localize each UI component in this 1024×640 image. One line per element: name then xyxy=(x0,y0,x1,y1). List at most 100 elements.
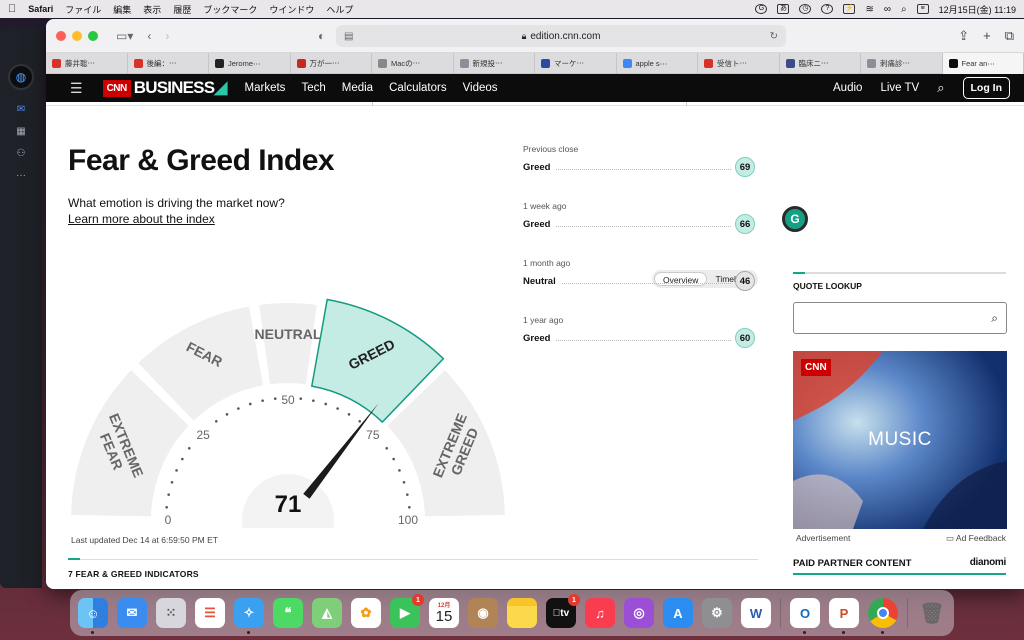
browser-tab[interactable]: Fear an⋯ xyxy=(942,53,1024,74)
notes-icon[interactable]: ▭ xyxy=(507,598,537,628)
app-menu[interactable]: Safari xyxy=(28,4,53,14)
help-status-icon[interactable]: ? xyxy=(821,4,834,14)
audio-link[interactable]: Audio xyxy=(833,82,862,94)
menu-bookmarks[interactable]: ブックマーク xyxy=(203,3,257,16)
messages-icon[interactable]: ❝ xyxy=(273,598,303,628)
calendar-icon[interactable]: ▦ xyxy=(13,126,29,138)
trash-icon[interactable]: 🗑︎ xyxy=(917,598,947,628)
browser-tab[interactable]: 臨床ニ⋯ xyxy=(780,53,861,74)
browser-tab[interactable]: 万が一⋯ xyxy=(291,53,372,74)
business-wordmark[interactable]: BUSINESS◢ xyxy=(134,78,228,98)
back-icon[interactable]: ‹ xyxy=(147,29,151,43)
search-icon[interactable]: ⌕ xyxy=(937,80,944,96)
dianomi-logo[interactable]: dianomi xyxy=(970,557,1007,568)
browser-tab[interactable]: 新規投⋯ xyxy=(454,53,535,74)
word-icon[interactable]: W xyxy=(741,598,771,628)
search-icon[interactable]: ⌕ xyxy=(991,311,998,326)
powerpoint-icon[interactable]: P xyxy=(829,598,859,634)
mail-app-icon[interactable]: ✉ xyxy=(117,598,147,628)
ad-feedback-link[interactable]: ▭ Ad Feedback xyxy=(946,533,1006,544)
menu-help[interactable]: ヘルプ xyxy=(326,3,353,16)
link-status-icon[interactable]: ∞ xyxy=(884,4,891,15)
gauge-tick xyxy=(358,419,362,423)
grammarly-status-icon[interactable]: G xyxy=(755,4,768,14)
gauge-scale-label: 0 xyxy=(165,513,172,527)
browser-tab[interactable]: 刺痛診⋯ xyxy=(861,53,943,74)
podcasts-icon[interactable]: ◎ xyxy=(624,598,654,628)
lock-icon: 🔒︎ xyxy=(521,30,527,41)
launchpad-icon[interactable]: ⁙ xyxy=(156,598,186,628)
new-tab-icon[interactable]: + xyxy=(983,28,991,44)
browser-tab[interactable]: Jerome⋯ xyxy=(209,53,291,74)
more-icon[interactable]: ··· xyxy=(13,170,29,182)
live-tv-link[interactable]: Live TV xyxy=(880,82,919,94)
history-item: 1 week ago Greed 66 xyxy=(523,201,755,234)
dock: ☺ ✉ ⁙ ☰ ✧ ❝ ◭ ✿ ▶1 12月 15 ◉ ▭ tv1 ♫ ◎ A… xyxy=(70,590,954,636)
apple-menu-icon[interactable]:  xyxy=(8,3,16,15)
apple-tv-label: tv xyxy=(556,607,569,619)
globe-icon[interactable]: ◍ xyxy=(8,64,34,90)
advertisement[interactable]: CNN MUSIC xyxy=(793,351,1007,529)
browser-tab[interactable]: 受信ト⋯ xyxy=(698,53,780,74)
wifi-icon[interactable]: ≋ xyxy=(865,4,873,15)
menu-window[interactable]: ウインドウ xyxy=(269,3,314,16)
browser-tab[interactable]: Macの⋯ xyxy=(372,53,454,74)
nav-link-markets[interactable]: Markets xyxy=(245,82,286,94)
browser-tab[interactable]: apple s⋯ xyxy=(617,53,698,74)
menu-edit[interactable]: 編集 xyxy=(113,3,131,16)
nav-link-videos[interactable]: Videos xyxy=(463,82,498,94)
tab-overview-icon[interactable]: ⧉ xyxy=(1005,28,1014,44)
battery-icon[interactable]: ⚡ xyxy=(843,4,856,14)
menu-file[interactable]: ファイル xyxy=(65,3,101,16)
menu-history[interactable]: 履歴 xyxy=(173,3,191,16)
close-window-button[interactable] xyxy=(56,30,66,41)
share-icon[interactable]: ⇪ xyxy=(958,28,969,44)
address-bar[interactable]: ▤ 🔒︎ edition.cnn.com ↻ xyxy=(336,25,786,47)
hamburger-menu-icon[interactable]: ☰ xyxy=(70,80,83,97)
history-value-badge: 46 xyxy=(735,271,755,291)
menu-view[interactable]: 表示 xyxy=(143,3,161,16)
app-store-icon[interactable]: A xyxy=(663,598,693,628)
people-icon[interactable]: ⚇ xyxy=(13,148,29,160)
minimize-window-button[interactable] xyxy=(72,30,82,41)
browser-tab[interactable]: 藤井聡⋯ xyxy=(46,53,128,74)
contacts-icon[interactable]: ◉ xyxy=(468,598,498,628)
sidebar-toggle-icon[interactable]: ▭▾ xyxy=(116,29,133,43)
browser-tab[interactable]: 後編：⋯ xyxy=(128,53,209,74)
apple-tv-icon[interactable]: tv1 xyxy=(546,594,580,628)
music-icon[interactable]: ♫ xyxy=(585,598,615,628)
clock-status-icon[interactable]: ◷ xyxy=(799,4,812,14)
privacy-shield-icon[interactable]: ◐ xyxy=(318,29,325,43)
facetime-icon[interactable]: ▶ 1 xyxy=(390,594,424,628)
nav-link-tech[interactable]: Tech xyxy=(301,82,325,94)
quote-lookup-input[interactable]: ⌕ xyxy=(793,302,1007,334)
learn-more-link[interactable]: Learn more about the index xyxy=(68,212,215,226)
control-center-icon[interactable]: ≡ xyxy=(916,4,929,14)
finder-icon[interactable]: ☺ xyxy=(78,598,108,634)
history-label: Previous close xyxy=(523,144,579,154)
menubar-clock[interactable]: 12月15日(金) 11:19 xyxy=(939,3,1016,16)
tab-label: 新規投⋯ xyxy=(472,59,503,68)
reminders-icon[interactable]: ☰ xyxy=(195,598,225,628)
forward-icon[interactable]: › xyxy=(165,29,169,43)
browser-tab[interactable]: マーケ⋯ xyxy=(535,53,617,74)
nav-link-media[interactable]: Media xyxy=(342,82,373,94)
spotlight-icon[interactable]: ⌕ xyxy=(901,4,907,15)
system-settings-icon[interactable]: ⚙ xyxy=(702,598,732,628)
nav-link-calculators[interactable]: Calculators xyxy=(389,82,447,94)
photos-icon[interactable]: ✿ xyxy=(351,598,381,628)
login-button[interactable]: Log In xyxy=(962,77,1010,99)
input-method-icon[interactable]: あ xyxy=(777,4,790,14)
grammarly-icon[interactable]: G xyxy=(782,206,808,232)
cnn-logo[interactable]: CNN xyxy=(102,79,131,97)
outlook-icon[interactable]: O xyxy=(790,598,820,634)
zoom-window-button[interactable] xyxy=(88,30,98,41)
calendar-app-icon[interactable]: 12月 15 xyxy=(429,598,459,628)
safari-app-icon[interactable]: ✧ xyxy=(234,598,264,634)
tab-favicon-icon xyxy=(948,59,958,68)
reload-icon[interactable]: ↻ xyxy=(770,31,778,42)
maps-icon[interactable]: ◭ xyxy=(312,598,342,628)
chrome-icon[interactable] xyxy=(868,598,898,634)
mail-icon[interactable]: ✉ xyxy=(13,104,29,116)
reader-icon[interactable]: ▤ xyxy=(344,31,353,42)
